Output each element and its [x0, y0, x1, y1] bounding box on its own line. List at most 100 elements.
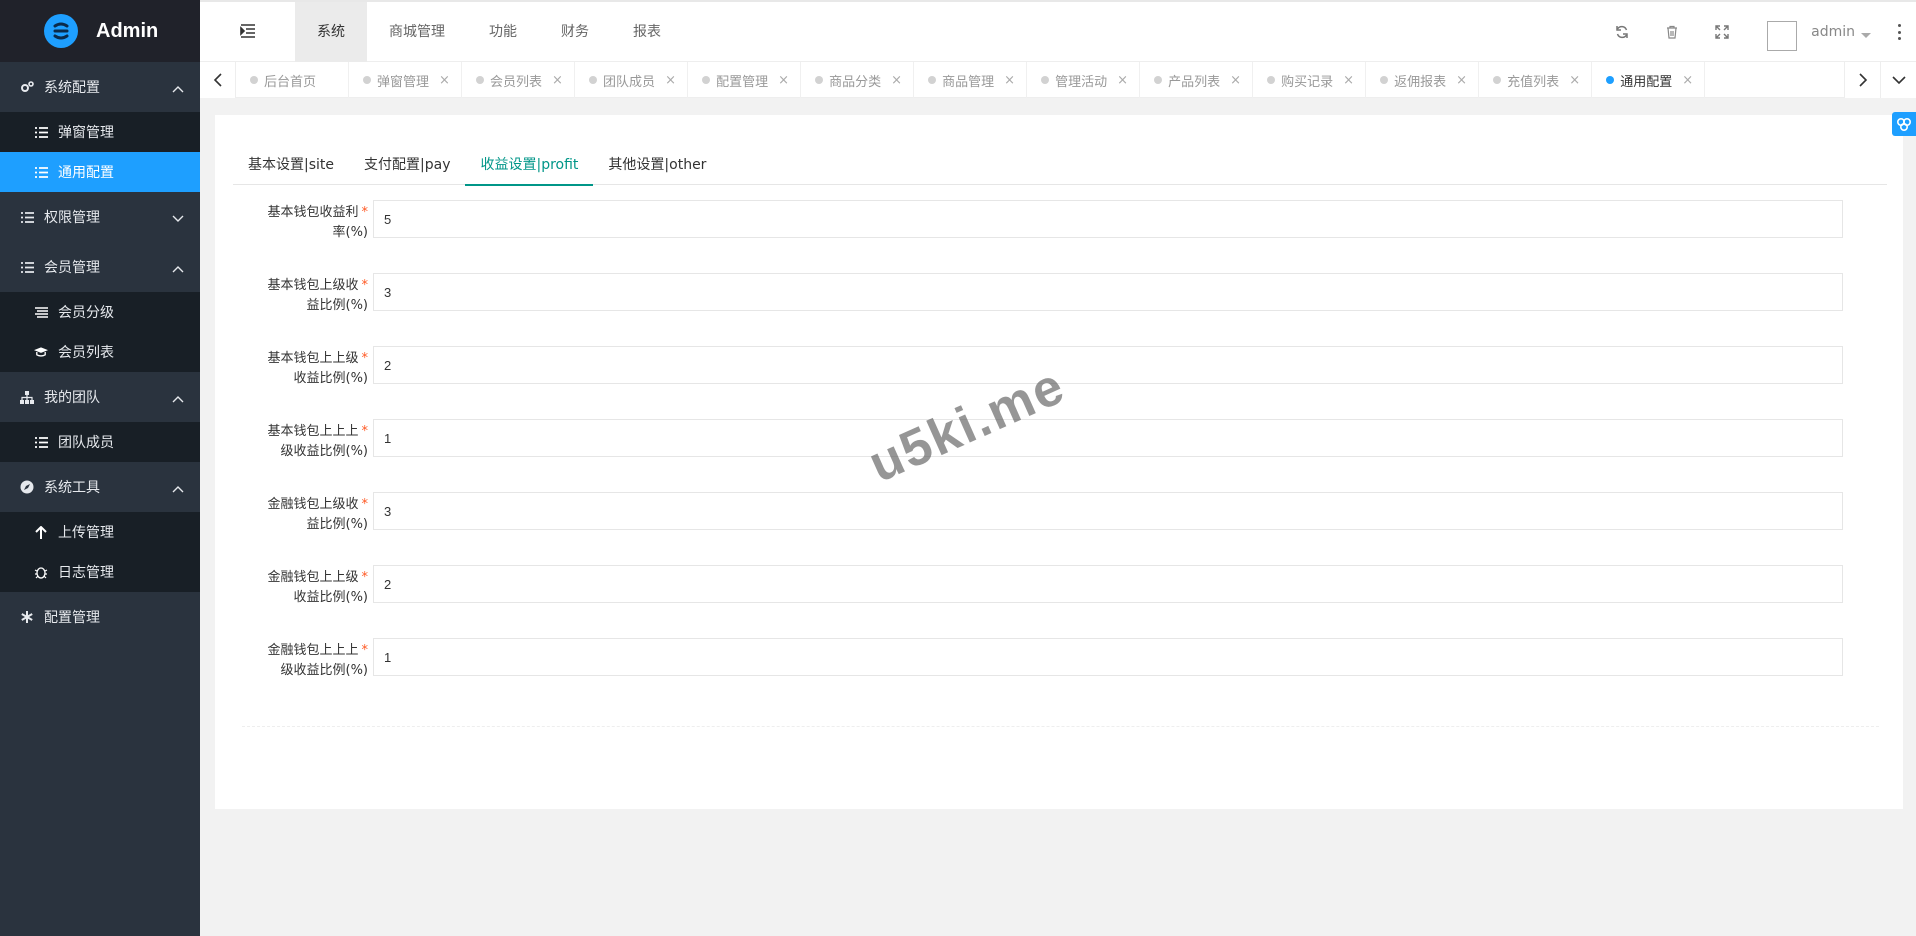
page-tab[interactable]: 通用配置 × [1592, 62, 1706, 98]
sidebar-group-header[interactable]: 权限管理 [0, 192, 200, 242]
page-tab[interactable]: 商品分类 × [801, 62, 915, 98]
page-tab[interactable]: 配置管理 × [688, 62, 802, 98]
close-icon[interactable]: × [1230, 73, 1242, 88]
sidebar-submenu: 会员分级会员列表 [0, 292, 200, 372]
tab-menu-chevron-down-icon[interactable] [1880, 62, 1916, 98]
list-icon [34, 165, 48, 179]
profit-rate-input[interactable] [373, 200, 1843, 238]
sidebar-item[interactable]: 会员列表 [0, 332, 200, 372]
close-icon[interactable]: × [1569, 73, 1581, 88]
page-tab-label: 商品分类 [829, 74, 882, 90]
top-nav-item[interactable]: 系统 [295, 2, 367, 62]
page-tab-label: 产品列表 [1168, 74, 1221, 90]
form-row: 基本钱包上级收 * 益比例(%) [233, 273, 1843, 346]
sidebar-item-label: 上传管理 [58, 525, 114, 541]
sidebar-item[interactable]: 弹窗管理 [0, 112, 200, 152]
top-nav-item[interactable]: 财务 [539, 2, 611, 62]
user-name[interactable]: admin [1811, 24, 1855, 40]
sidebar-group-header[interactable]: 配置管理 [0, 592, 200, 642]
sidebar-group: 配置管理 [0, 592, 200, 642]
page-tab[interactable]: 充值列表 × [1479, 62, 1593, 98]
gears-icon [20, 80, 34, 94]
tab-dot-icon [1267, 76, 1276, 84]
close-icon[interactable]: × [1117, 73, 1129, 88]
top-right-tools: admin [1597, 2, 1916, 62]
profit-rate-input[interactable] [373, 419, 1843, 457]
close-icon[interactable]: × [439, 73, 451, 88]
page-tab-label: 充值列表 [1507, 74, 1560, 90]
form-label-line2: 收益比例(%) [293, 590, 369, 605]
page-tab-label: 配置管理 [716, 74, 769, 90]
profit-rate-input[interactable] [373, 638, 1843, 676]
avatar[interactable] [1767, 21, 1798, 51]
page-tab[interactable]: 会员列表 × [462, 62, 576, 98]
page-tab[interactable]: 返佣报表 × [1366, 62, 1480, 98]
close-icon[interactable]: × [1004, 73, 1016, 88]
refresh-icon[interactable] [1612, 22, 1632, 42]
page-tab[interactable]: 弹窗管理 × [349, 62, 463, 98]
form-label-line1: 金融钱包上级收 [267, 497, 359, 512]
sidebar-group-header[interactable]: 系统配置 [0, 62, 200, 112]
config-subtab[interactable]: 基本设置|site [233, 145, 349, 185]
config-subtab[interactable]: 收益设置|profit [465, 145, 594, 186]
tab-dot-icon [1606, 76, 1615, 84]
sidebar: Admin 系统配置 弹窗管理 通用配置 权限管理 会员管理会员分级会员列表我的团队团队… [0, 0, 200, 936]
top-nav-item[interactable]: 功能 [467, 2, 539, 62]
page-tab-label: 购买记录 [1281, 74, 1334, 90]
page-tab-label: 后台首页 [264, 74, 317, 90]
fullscreen-icon[interactable] [1712, 22, 1732, 42]
close-icon[interactable]: × [552, 73, 564, 88]
sidebar-group-label: 我的团队 [44, 390, 100, 406]
profit-rate-input[interactable] [373, 565, 1843, 603]
sidebar-group-header[interactable]: 会员管理 [0, 242, 200, 292]
sidebar-item[interactable]: 通用配置 [0, 152, 200, 192]
close-icon[interactable]: × [1682, 73, 1694, 88]
profit-rate-input[interactable] [373, 492, 1843, 530]
close-icon[interactable]: × [665, 73, 677, 88]
sidebar-group-header[interactable]: 系统工具 [0, 462, 200, 512]
sidebar-item[interactable]: 会员分级 [0, 292, 200, 332]
form-label-line1: 基本钱包上级收 [267, 278, 359, 293]
form-row: 金融钱包上上上 * 级收益比例(%) [233, 638, 1843, 711]
page-tab-label: 会员列表 [490, 74, 543, 90]
close-icon[interactable]: × [1343, 73, 1355, 88]
page-tab[interactable]: 团队成员 × [575, 62, 689, 98]
profit-rate-input[interactable] [373, 273, 1843, 311]
close-icon[interactable]: × [778, 73, 790, 88]
top-nav-item[interactable]: 报表 [611, 2, 683, 62]
trash-icon[interactable] [1662, 22, 1682, 42]
sidebar-item[interactable]: 团队成员 [0, 422, 200, 462]
page-tab[interactable]: 产品列表 × [1140, 62, 1254, 98]
form-label-line1: 金融钱包上上上 [267, 643, 359, 658]
page-tab[interactable]: 购买记录 × [1253, 62, 1367, 98]
sidebar-item[interactable]: 上传管理 [0, 512, 200, 552]
sidebar-item[interactable]: 日志管理 [0, 552, 200, 592]
logo[interactable]: Admin [0, 0, 200, 62]
page-tab[interactable]: 商品管理 × [914, 62, 1028, 98]
more-vertical-icon[interactable] [1896, 24, 1902, 40]
top-nav-item[interactable]: 商城管理 [367, 2, 467, 62]
config-subtab[interactable]: 其他设置|other [593, 145, 721, 185]
required-mark: * [361, 497, 369, 512]
close-icon[interactable]: × [891, 73, 903, 88]
form-label-line1: 基本钱包上上上 [267, 424, 359, 439]
asterisk-icon [20, 610, 34, 624]
config-subtab[interactable]: 支付配置|pay [349, 145, 465, 185]
float-tool-icon[interactable] [1892, 112, 1916, 136]
sidebar-group-header[interactable]: 我的团队 [0, 372, 200, 422]
sidebar-item-label: 会员分级 [58, 305, 114, 321]
tab-dot-icon [589, 76, 598, 84]
chevron-down-icon[interactable] [1860, 28, 1872, 38]
tab-dot-icon [1493, 76, 1502, 84]
sidebar-toggle-icon[interactable] [240, 24, 258, 40]
page-tab[interactable]: 管理活动 × [1027, 62, 1141, 98]
form-label-line2: 级收益比例(%) [280, 444, 369, 459]
page-tab-label: 商品管理 [942, 74, 995, 90]
tab-scroll-right-icon[interactable] [1844, 62, 1880, 98]
form-label: 基本钱包收益利 * 率(%) [233, 203, 368, 243]
close-icon[interactable]: × [1456, 73, 1468, 88]
profit-rate-input[interactable] [373, 346, 1843, 384]
tab-scroll-left-icon[interactable] [200, 62, 236, 98]
sidebar-group: 系统工具上传管理日志管理 [0, 462, 200, 592]
page-tab[interactable]: 后台首页 [236, 62, 350, 98]
